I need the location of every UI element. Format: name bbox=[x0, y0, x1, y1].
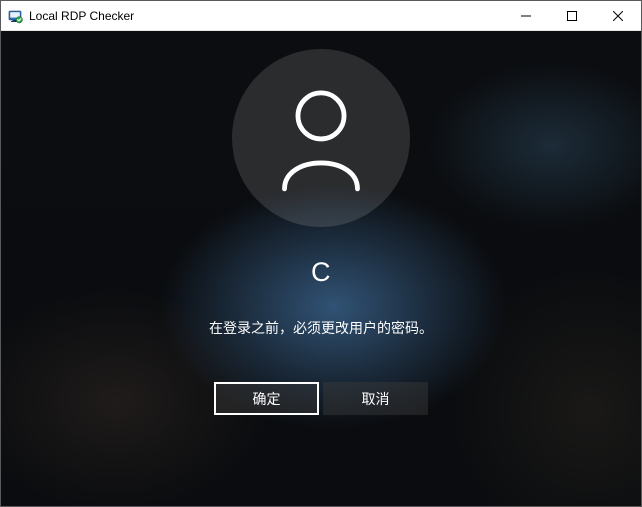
app-icon bbox=[7, 8, 23, 24]
login-screen: C 在登录之前，必须更改用户的密码。 确定 取消 bbox=[1, 31, 641, 506]
button-row: 确定 取消 bbox=[214, 382, 428, 415]
user-avatar bbox=[232, 49, 410, 227]
window-title: Local RDP Checker bbox=[29, 1, 503, 31]
cancel-button[interactable]: 取消 bbox=[323, 382, 428, 415]
close-button[interactable] bbox=[595, 1, 641, 30]
minimize-button[interactable] bbox=[503, 1, 549, 30]
titlebar: Local RDP Checker bbox=[1, 1, 641, 31]
window-controls bbox=[503, 1, 641, 30]
password-change-message: 在登录之前，必须更改用户的密码。 bbox=[209, 318, 433, 338]
maximize-button[interactable] bbox=[549, 1, 595, 30]
app-window: Local RDP Checker C 在登录之前，必须更改用户的密码。 确定 … bbox=[0, 0, 642, 507]
username-label: C bbox=[311, 257, 331, 288]
ok-button[interactable]: 确定 bbox=[214, 382, 319, 415]
